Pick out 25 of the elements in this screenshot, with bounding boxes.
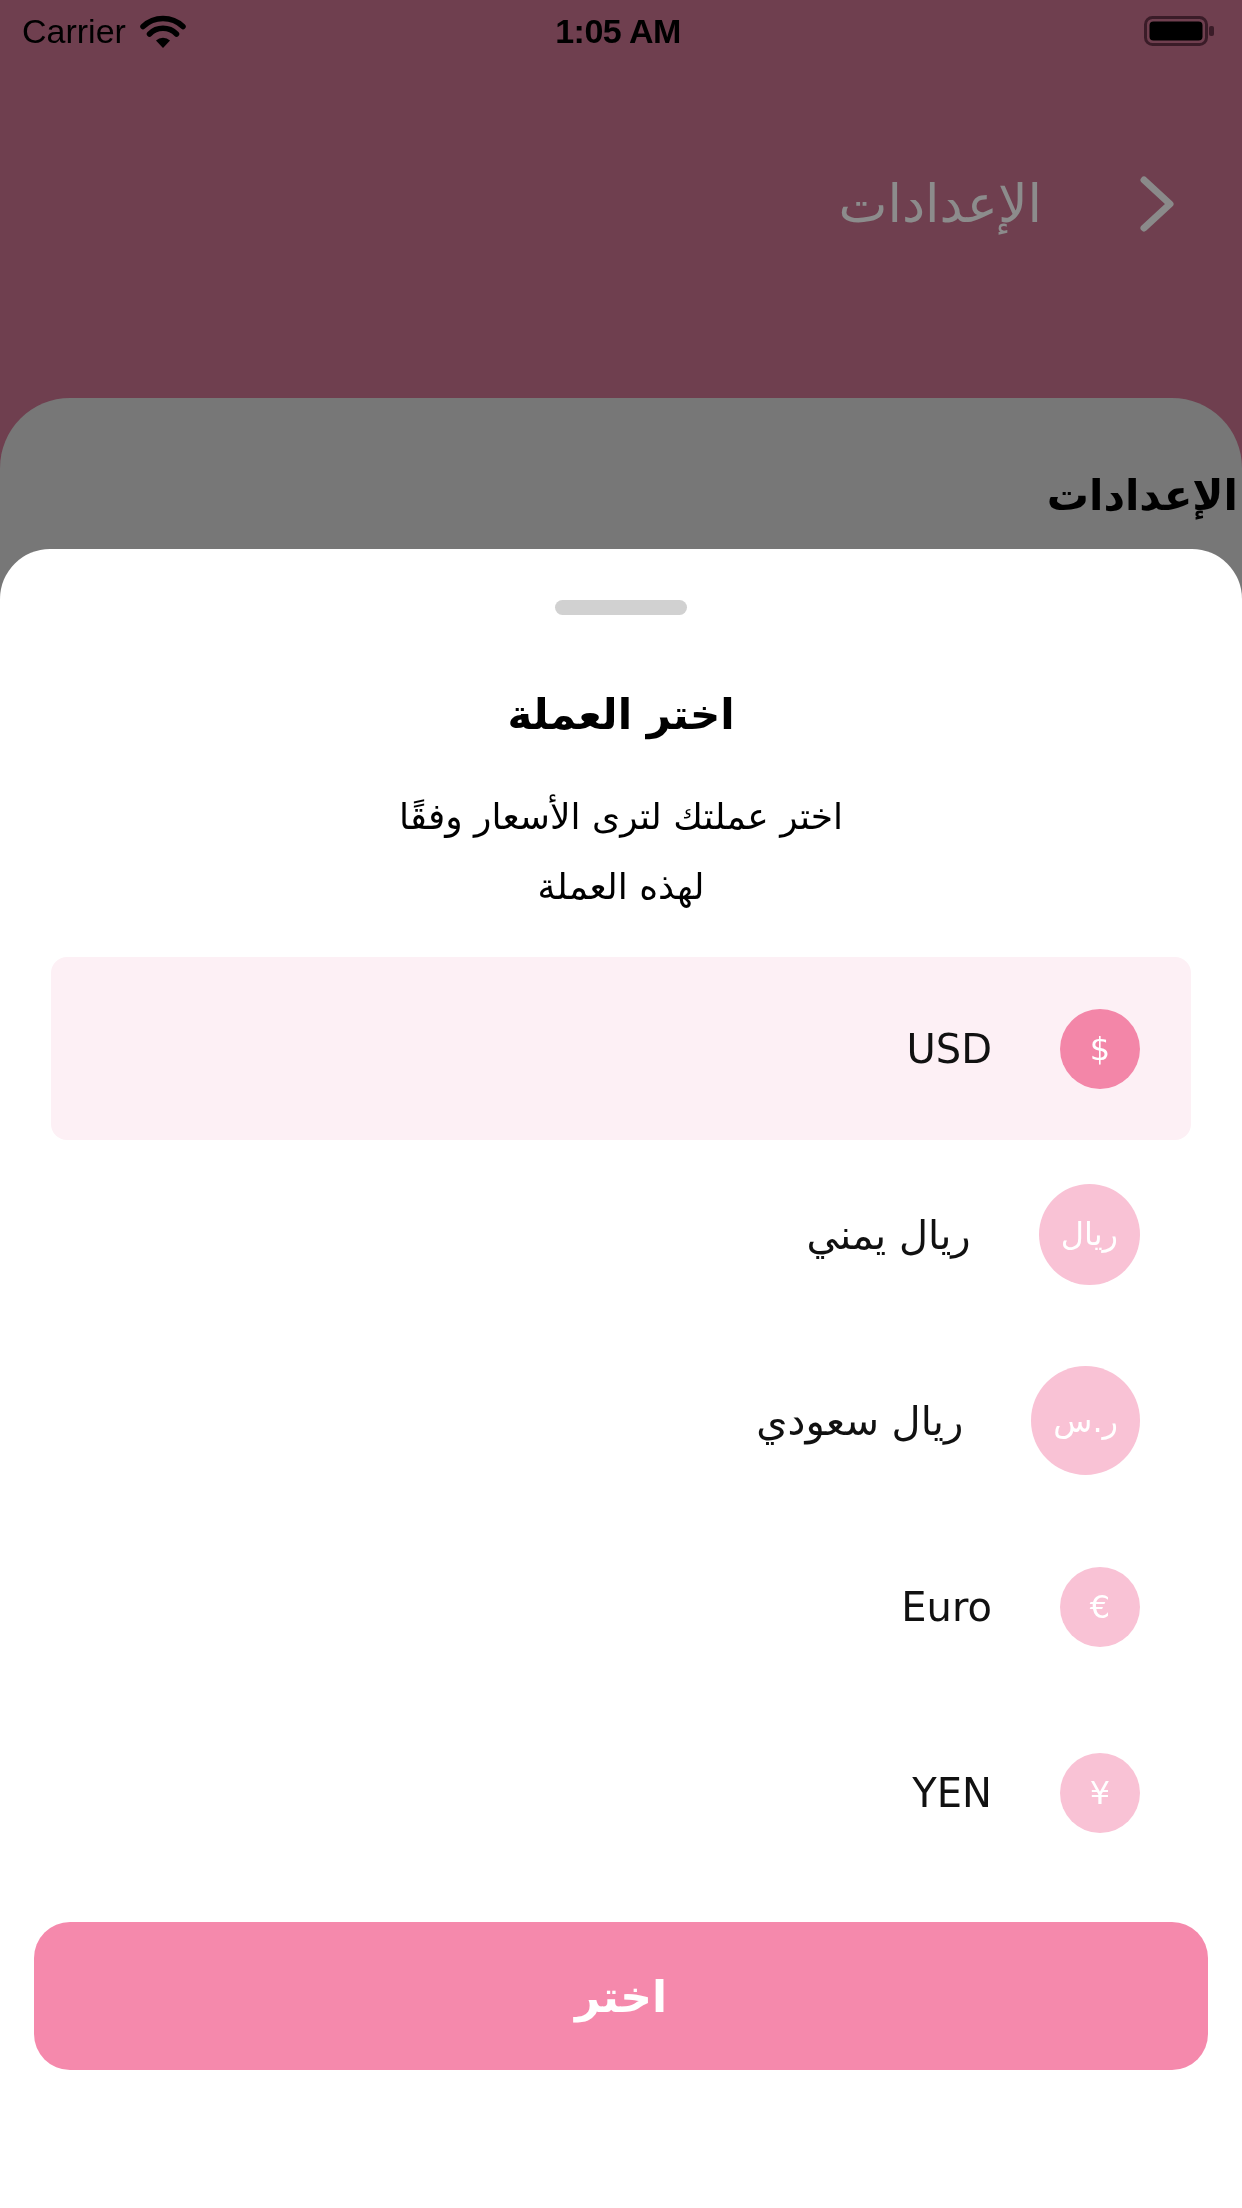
page-title: الإعدادات bbox=[1046, 471, 1239, 521]
currency-name: ريال سعودي bbox=[756, 1397, 964, 1444]
currency-name: USD bbox=[906, 1025, 992, 1072]
currency-option[interactable]: $ USD bbox=[51, 957, 1191, 1140]
status-time: 1:05 AM bbox=[555, 11, 681, 50]
currency-name: Euro bbox=[901, 1583, 992, 1630]
currency-option[interactable]: ر.س ريال سعودي bbox=[51, 1329, 1191, 1512]
currency-symbol: ريال bbox=[1038, 1183, 1140, 1286]
sheet-title: اختر العملة bbox=[507, 689, 735, 742]
drag-handle[interactable] bbox=[555, 600, 687, 615]
currency-symbol: $ bbox=[1060, 1008, 1140, 1089]
chevron-icon[interactable] bbox=[1138, 176, 1176, 232]
carrier-label: Carrier bbox=[22, 11, 126, 51]
currency-name: YEN bbox=[912, 1769, 992, 1816]
currency-name: ريال يمني bbox=[806, 1211, 971, 1258]
currency-option[interactable]: ¥ YEN bbox=[51, 1701, 1191, 1884]
currency-symbol: € bbox=[1060, 1566, 1140, 1647]
currency-option[interactable]: € Euro bbox=[51, 1515, 1191, 1698]
currency-option[interactable]: ريال ريال يمني bbox=[51, 1143, 1191, 1326]
nav-title: الإعدادات bbox=[838, 173, 1042, 237]
currency-symbol: ر.س bbox=[1031, 1366, 1140, 1475]
battery-icon bbox=[1144, 16, 1214, 46]
wifi-icon bbox=[139, 14, 186, 48]
sheet-subtitle: اختر عملتك لترى الأسعار وفقًا لهذه العملة bbox=[397, 793, 845, 910]
currency-symbol: ¥ bbox=[1060, 1752, 1140, 1833]
